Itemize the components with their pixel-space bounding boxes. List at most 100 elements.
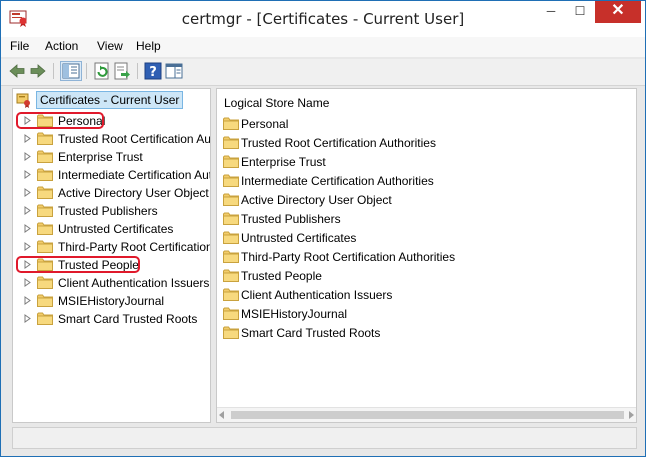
tree-node-label: MSIEHistoryJournal bbox=[58, 294, 165, 308]
horizontal-scrollbar[interactable] bbox=[217, 407, 636, 422]
expand-arrow-icon[interactable] bbox=[23, 170, 32, 179]
expand-arrow-icon[interactable] bbox=[23, 206, 32, 215]
tree-node[interactable]: Client Authentication Issuers bbox=[13, 274, 210, 292]
column-header-logical-store-name[interactable]: Logical Store Name bbox=[224, 96, 329, 110]
menu-view[interactable]: View bbox=[97, 39, 123, 53]
menu-bar: File Action View Help bbox=[1, 37, 645, 57]
folder-icon bbox=[223, 193, 239, 206]
forward-arrow-icon[interactable] bbox=[29, 62, 47, 80]
folder-icon bbox=[223, 155, 239, 168]
folder-icon bbox=[223, 250, 239, 263]
close-button[interactable]: ✕ bbox=[595, 1, 641, 23]
red-highlight-outline bbox=[16, 112, 104, 129]
folder-icon bbox=[37, 186, 53, 199]
menu-action[interactable]: Action bbox=[45, 39, 78, 53]
tree-node[interactable]: Trusted Root Certification Authorities bbox=[13, 130, 211, 148]
expand-arrow-icon[interactable] bbox=[23, 314, 32, 323]
tree-node-label: Client Authentication Issuers bbox=[58, 276, 210, 290]
folder-icon bbox=[37, 222, 53, 235]
title-bar[interactable]: certmgr - [Certificates - Current User] … bbox=[1, 1, 645, 37]
menu-file[interactable]: File bbox=[10, 39, 29, 53]
toolbar: ? bbox=[1, 59, 645, 86]
list-item-label: Trusted Publishers bbox=[241, 212, 341, 226]
list-item[interactable]: Untrusted Certificates bbox=[222, 228, 622, 247]
expand-arrow-icon[interactable] bbox=[23, 278, 32, 287]
minimize-button[interactable]: ─ bbox=[538, 1, 564, 23]
list-item-label: Smart Card Trusted Roots bbox=[241, 326, 381, 340]
folder-icon bbox=[37, 240, 53, 253]
console-tree-pane[interactable]: Certificates - Current User Personal Trus… bbox=[12, 88, 211, 423]
list-item[interactable]: Client Authentication Issuers bbox=[222, 285, 622, 304]
list-item-label: Client Authentication Issuers bbox=[241, 288, 393, 302]
tree-node-label: Smart Card Trusted Roots bbox=[58, 312, 198, 326]
expand-arrow-icon[interactable] bbox=[23, 152, 32, 161]
certificate-store-icon bbox=[16, 93, 30, 108]
list-item-label: Intermediate Certification Authorities bbox=[241, 174, 434, 188]
folder-icon bbox=[37, 132, 53, 145]
list-item[interactable]: Third-Party Root Certification Authoriti… bbox=[222, 247, 622, 266]
help-icon[interactable]: ? bbox=[144, 62, 162, 80]
expand-arrow-icon[interactable] bbox=[23, 242, 32, 251]
list-item[interactable]: Trusted Publishers bbox=[222, 209, 622, 228]
tree-node-label: Trusted Publishers bbox=[58, 204, 158, 218]
scroll-left-arrow-icon[interactable] bbox=[219, 411, 224, 419]
store-list-pane[interactable]: Logical Store Name Personal Trusted Root … bbox=[216, 88, 637, 423]
tree-node[interactable]: MSIEHistoryJournal bbox=[13, 292, 210, 310]
list-item-label: Trusted People bbox=[241, 269, 322, 283]
certmgr-window: certmgr - [Certificates - Current User] … bbox=[0, 0, 646, 457]
tree-node[interactable]: Smart Card Trusted Roots bbox=[13, 310, 210, 328]
expand-arrow-icon[interactable] bbox=[23, 134, 32, 143]
export-list-icon[interactable] bbox=[113, 62, 131, 80]
list-item-label: Active Directory User Object bbox=[241, 193, 392, 207]
list-item[interactable]: Intermediate Certification Authorities bbox=[222, 171, 622, 190]
tree-node[interactable]: Personal bbox=[13, 112, 210, 130]
list-item[interactable]: MSIEHistoryJournal bbox=[222, 304, 622, 323]
expand-arrow-icon[interactable] bbox=[23, 188, 32, 197]
folder-icon bbox=[223, 307, 239, 320]
list-item[interactable]: Personal bbox=[222, 114, 622, 133]
tree-node[interactable]: Intermediate Certification Authorities bbox=[13, 166, 210, 184]
menu-help[interactable]: Help bbox=[136, 39, 161, 53]
list-item[interactable]: Enterprise Trust bbox=[222, 152, 622, 171]
folder-icon bbox=[37, 168, 53, 181]
tree-node[interactable]: Trusted Publishers bbox=[13, 202, 210, 220]
folder-icon bbox=[37, 150, 53, 163]
tree-node-label: Untrusted Certificates bbox=[58, 222, 174, 236]
scroll-right-arrow-icon[interactable] bbox=[629, 411, 634, 419]
folder-icon bbox=[37, 312, 53, 325]
tree-node[interactable]: Untrusted Certificates bbox=[13, 220, 210, 238]
list-item-label: Untrusted Certificates bbox=[241, 231, 357, 245]
list-item-label: Third-Party Root Certification Authoriti… bbox=[241, 250, 456, 264]
tree-node-label: Enterprise Trust bbox=[58, 150, 143, 164]
show-hide-action-pane-icon[interactable] bbox=[165, 62, 183, 80]
list-item-label: Enterprise Trust bbox=[241, 155, 326, 169]
list-item-label: Trusted Root Certification Authorities bbox=[241, 136, 436, 150]
tree-root-label: Certificates - Current User bbox=[36, 91, 184, 109]
refresh-icon[interactable] bbox=[93, 62, 111, 80]
list-item[interactable]: Smart Card Trusted Roots bbox=[222, 323, 622, 342]
maximize-button[interactable]: ☐ bbox=[567, 1, 593, 23]
folder-icon bbox=[223, 288, 239, 301]
expand-arrow-icon[interactable] bbox=[23, 224, 32, 233]
tree-node[interactable]: Third-Party Root Certification Authoriti… bbox=[13, 238, 211, 256]
toolbar-separator bbox=[137, 63, 138, 79]
expand-arrow-icon[interactable] bbox=[23, 296, 32, 305]
show-hide-console-tree-icon[interactable] bbox=[60, 61, 82, 81]
tree-node[interactable]: Trusted People bbox=[13, 256, 210, 274]
tree-node[interactable]: Enterprise Trust bbox=[13, 148, 210, 166]
list-item[interactable]: Trusted Root Certification Authorities bbox=[222, 133, 622, 152]
svg-text:?: ? bbox=[149, 65, 157, 80]
folder-icon bbox=[37, 294, 53, 307]
tree-node-label: Third-Party Root Certification Authoriti… bbox=[58, 240, 211, 254]
tree-node[interactable]: Active Directory User Object bbox=[13, 184, 210, 202]
tree-node-label: Trusted Root Certification Authorities bbox=[58, 132, 211, 146]
folder-icon bbox=[37, 204, 53, 217]
list-item[interactable]: Active Directory User Object bbox=[222, 190, 622, 209]
folder-icon bbox=[223, 212, 239, 225]
scrollbar-thumb[interactable] bbox=[231, 411, 624, 419]
list-item[interactable]: Trusted People bbox=[222, 266, 622, 285]
back-arrow-icon[interactable] bbox=[8, 62, 26, 80]
folder-icon bbox=[37, 276, 53, 289]
tree-node-label: Intermediate Certification Authorities bbox=[58, 168, 210, 182]
toolbar-separator bbox=[86, 63, 87, 79]
